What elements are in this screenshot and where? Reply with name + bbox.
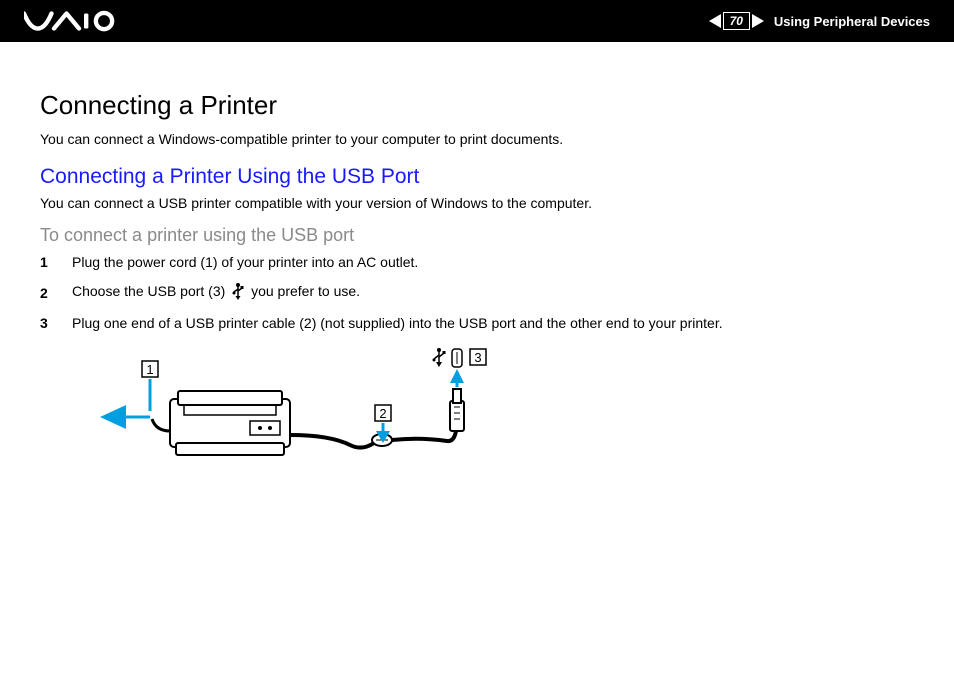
prev-page-arrow-icon[interactable] (709, 14, 721, 28)
printer-icon (152, 391, 290, 455)
page-nav: 70 (709, 12, 764, 30)
header-right: 70 Using Peripheral Devices (709, 12, 930, 30)
procedure-title: To connect a printer using the USB port (40, 225, 914, 246)
header-bar: 70 Using Peripheral Devices (0, 0, 954, 42)
next-page-arrow-icon[interactable] (752, 14, 764, 28)
callout-3-label: 3 (474, 350, 481, 365)
usb-icon (231, 282, 245, 303)
section-title: Using Peripheral Devices (774, 14, 930, 29)
callout-2-label: 2 (379, 406, 386, 421)
vaio-logo (24, 7, 124, 35)
step-number: 2 (40, 285, 52, 301)
step-text: Choose the USB port (3) you prefer to us… (72, 282, 360, 303)
page-number: 70 (723, 12, 750, 30)
step-number: 3 (40, 315, 52, 331)
subtitle-intro: You can connect a USB printer compatible… (40, 195, 914, 211)
page-title: Connecting a Printer (40, 90, 914, 121)
step-item: 2 Choose the USB port (3) you prefer to … (40, 282, 914, 303)
callout-1-label: 1 (146, 362, 153, 377)
step-text: Plug one end of a USB printer cable (2) … (72, 315, 723, 331)
intro-text: You can connect a Windows-compatible pri… (40, 131, 914, 147)
section-subtitle: Connecting a Printer Using the USB Port (40, 165, 914, 189)
connection-diagram: 3 1 (100, 343, 914, 508)
steps-list: 1 Plug the power cord (1) of your printe… (40, 254, 914, 331)
page-content: Connecting a Printer You can connect a W… (0, 42, 954, 528)
step-item: 3 Plug one end of a USB printer cable (2… (40, 315, 914, 331)
step-number: 1 (40, 254, 52, 270)
step-item: 1 Plug the power cord (1) of your printe… (40, 254, 914, 270)
step-text: Plug the power cord (1) of your printer … (72, 254, 418, 270)
